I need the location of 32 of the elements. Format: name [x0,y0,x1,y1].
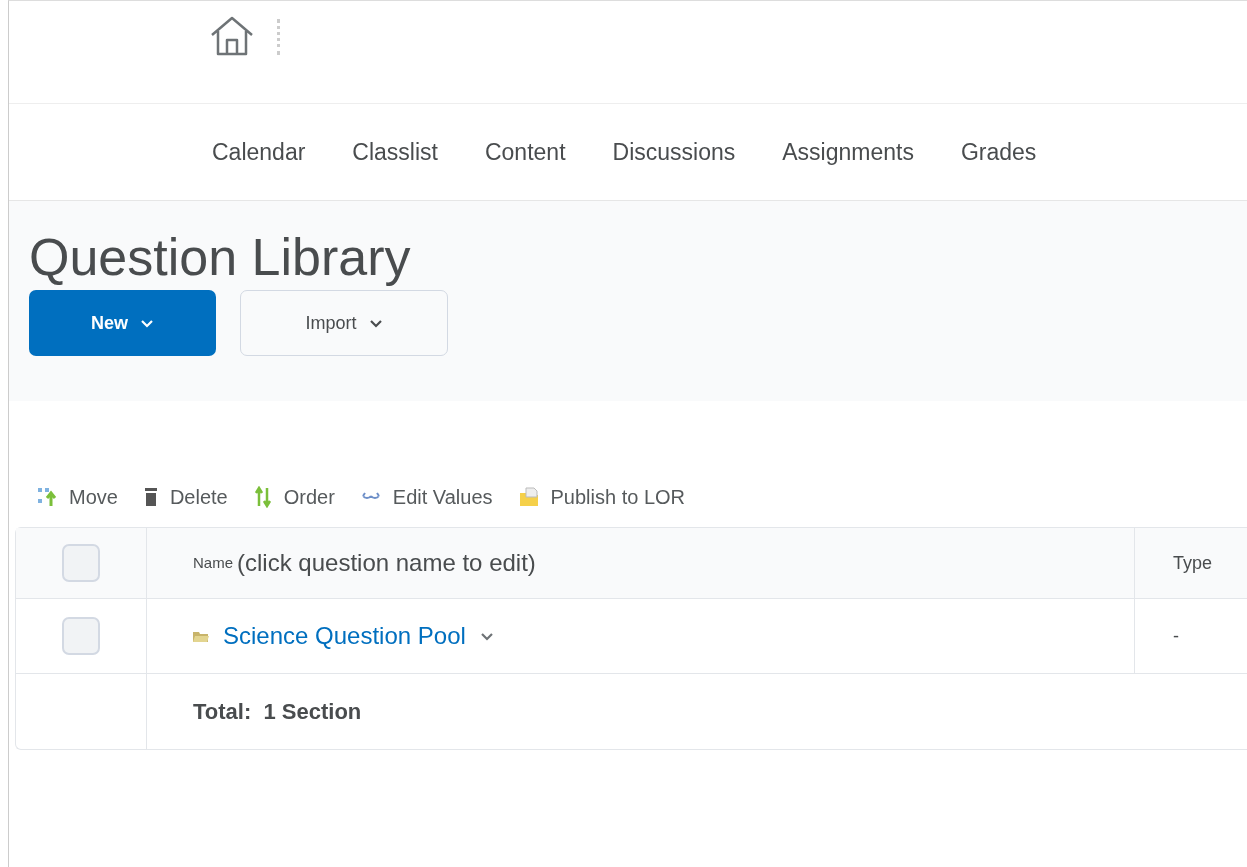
column-header: Name [193,552,233,573]
nav-link[interactable]: Classlist [352,134,438,170]
table-cell-text: - [1173,624,1179,648]
checkbox[interactable] [62,544,100,582]
import-button[interactable]: Import [240,290,448,357]
publish-button[interactable]: Publish to LOR [518,481,686,512]
nav-link[interactable]: Calendar [212,134,306,170]
delete-button[interactable]: Delete [143,481,228,512]
trash-icon [143,486,158,507]
caret-icon [368,318,383,328]
column-header: Type [1173,551,1213,575]
folder-icon [518,486,539,507]
nav-link[interactable]: Grades [960,134,1037,170]
caret-icon[interactable] [479,631,494,641]
sort-arrows-icon [253,485,272,508]
total-text: Total: 1 Section [193,698,362,726]
column-hint: (click question name to edit) [237,548,536,578]
order-button[interactable]: Order [253,481,335,512]
move-button[interactable]: Move [37,481,118,512]
caret-icon [140,318,154,328]
scales-icon [360,491,381,502]
home-icon[interactable] [209,15,255,57]
new-button[interactable]: New [29,290,216,357]
question-pool-link[interactable]: Science Question Pool [223,618,466,654]
folder-icon [193,630,209,642]
nav-link[interactable]: Content [484,134,566,170]
checkbox[interactable] [62,617,100,655]
page-title: Question Library [29,229,412,287]
nav-link[interactable]: Assignments [782,134,914,170]
move-icon [37,485,57,508]
nav-link[interactable]: Discussions [612,134,736,170]
edit-values-button[interactable]: Edit Values [360,481,493,512]
